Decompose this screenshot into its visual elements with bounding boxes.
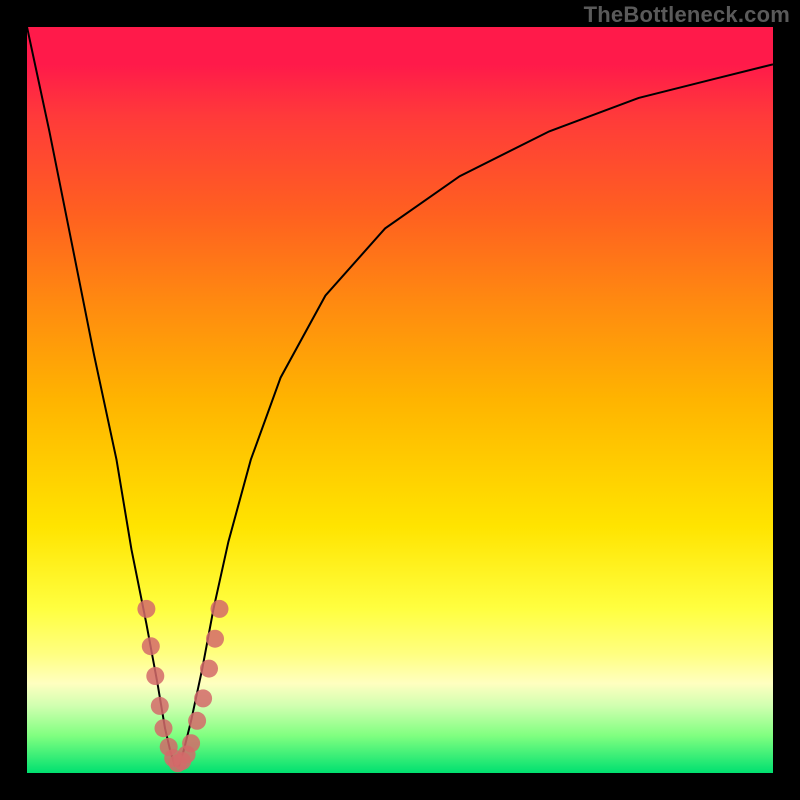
watermark-text: TheBottleneck.com xyxy=(584,2,790,28)
sample-point xyxy=(188,712,206,730)
chart-frame: TheBottleneck.com xyxy=(0,0,800,800)
sample-point xyxy=(137,600,155,618)
sample-point xyxy=(155,719,173,737)
sample-point xyxy=(211,600,229,618)
sample-point xyxy=(206,630,224,648)
sample-point xyxy=(182,734,200,752)
sample-points xyxy=(137,600,228,772)
sample-point xyxy=(146,667,164,685)
sample-point xyxy=(194,689,212,707)
plot-area xyxy=(27,27,773,773)
sample-point xyxy=(142,637,160,655)
chart-svg xyxy=(27,27,773,773)
sample-point xyxy=(151,697,169,715)
sample-point xyxy=(200,660,218,678)
bottleneck-curve xyxy=(27,27,773,766)
